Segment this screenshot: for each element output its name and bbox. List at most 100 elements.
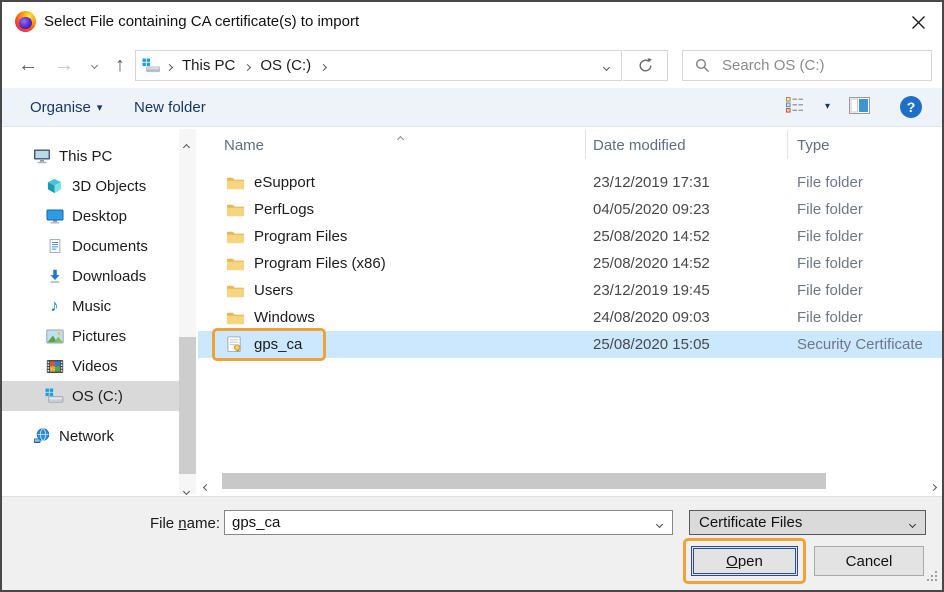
file-date: 25/08/2020 14:52 [585, 250, 787, 277]
file-name: PerfLogs [254, 201, 314, 218]
chevron-down-icon [183, 488, 190, 495]
forward-button[interactable]: → [50, 42, 78, 88]
chevron-down-icon [603, 64, 610, 71]
file-row-users[interactable]: Users 23/12/2019 19:45 File folder [198, 277, 942, 304]
column-header-type[interactable]: Type [787, 130, 942, 160]
scroll-up-button[interactable] [184, 137, 189, 154]
sidebar-item-music[interactable]: ♪ Music [2, 291, 179, 321]
caret-down-icon: ▾ [97, 101, 103, 114]
column-header-name[interactable]: Name [198, 130, 585, 160]
horizontal-scrollbar[interactable] [204, 472, 938, 490]
folder-icon [226, 283, 245, 299]
sidebar-item-documents[interactable]: Documents [2, 231, 179, 261]
resize-grip[interactable] [927, 569, 938, 586]
breadcrumb-this-pc[interactable]: This PC [178, 57, 239, 74]
chevron-down-icon [656, 521, 663, 528]
sidebar-item-videos[interactable]: Videos [2, 351, 179, 381]
file-type: File folder [787, 196, 942, 223]
music-note-icon: ♪ [45, 298, 64, 315]
command-toolbar: Organise ▾ New folder ▾ [2, 88, 942, 127]
sidebar-item-this-pc[interactable]: This PC [2, 141, 179, 171]
file-type: Security Certificate [787, 331, 942, 358]
sidebar-item-3d-objects[interactable]: 3D Objects [2, 171, 179, 201]
certificate-icon [226, 337, 245, 353]
file-name-dropdown-button[interactable] [657, 514, 662, 531]
open-button[interactable]: Open [691, 546, 798, 576]
folder-icon [226, 229, 245, 245]
column-divider[interactable] [585, 130, 586, 159]
file-row-windows[interactable]: Windows 24/08/2020 09:03 File folder [198, 304, 942, 331]
cancel-button[interactable]: Cancel [814, 546, 924, 576]
refresh-icon [637, 57, 654, 74]
views-dropdown-button[interactable]: ▾ [825, 101, 830, 112]
sidebar-scrollbar[interactable] [179, 129, 196, 494]
chevron-down-icon [910, 514, 915, 531]
sidebar-item-desktop[interactable]: Desktop [2, 201, 179, 231]
column-header-date-modified[interactable]: Date modified [585, 130, 787, 160]
network-icon [32, 428, 51, 445]
file-name-input[interactable] [225, 514, 657, 531]
help-button[interactable]: ? [900, 96, 922, 118]
up-button[interactable]: ↑ [106, 42, 134, 88]
file-name-label: File name: [130, 515, 220, 532]
document-icon [45, 238, 64, 255]
file-row-esupport[interactable]: eSupport 23/12/2019 17:31 File folder [198, 169, 942, 196]
preview-pane-button[interactable] [849, 97, 870, 118]
file-type-value: Certificate Files [699, 514, 802, 531]
folder-icon [226, 256, 245, 272]
organise-button[interactable]: Organise ▾ [30, 88, 102, 126]
help-icon: ? [907, 99, 916, 115]
file-date: 23/12/2019 19:45 [585, 277, 787, 304]
file-name: Windows [254, 309, 315, 326]
breadcrumb-os-c[interactable]: OS (C:) [256, 57, 315, 74]
sidebar-item-label: Network [59, 428, 114, 445]
organise-label: Organise [30, 99, 91, 116]
address-dropdown-button[interactable] [604, 57, 609, 74]
details-view-button[interactable] [786, 97, 804, 117]
refresh-button[interactable] [623, 50, 668, 81]
address-bar[interactable]: This PC OS (C:) [135, 50, 622, 81]
sidebar-item-label: Music [72, 298, 111, 315]
scroll-right-button[interactable] [931, 477, 936, 494]
navigation-bar: ← → ↑ This PC OS (C:) [2, 42, 942, 88]
close-button[interactable] [902, 6, 934, 38]
file-name-combo [224, 510, 673, 535]
back-button[interactable]: ← [14, 42, 42, 88]
folder-icon [226, 202, 245, 218]
sidebar-item-os-c[interactable]: OS (C:) [2, 381, 179, 411]
breadcrumb-separator[interactable] [167, 57, 172, 74]
caret-down-icon: ▾ [825, 101, 830, 112]
sidebar-item-downloads[interactable]: Downloads [2, 261, 179, 291]
file-type-dropdown[interactable]: Certificate Files [689, 510, 926, 535]
column-divider[interactable] [787, 130, 788, 159]
list-header: Name Date modified Type [198, 130, 942, 160]
new-folder-button[interactable]: New folder [134, 88, 206, 126]
sidebar-item-label: Documents [72, 238, 148, 255]
breadcrumb-separator[interactable] [321, 57, 326, 74]
this-pc-icon [32, 148, 51, 165]
recent-locations-button[interactable] [84, 42, 104, 88]
sidebar-item-pictures[interactable]: Pictures [2, 321, 179, 351]
desktop-icon [45, 208, 64, 225]
file-date: 25/08/2020 14:52 [585, 223, 787, 250]
search-input[interactable] [722, 57, 912, 74]
chevron-left-icon [203, 484, 210, 491]
file-row-program-files-x86[interactable]: Program Files (x86) 25/08/2020 14:52 Fil… [198, 250, 942, 277]
folder-icon [226, 175, 245, 191]
file-row-gps-ca[interactable]: gps_ca 25/08/2020 15:05 Security Certifi… [198, 331, 942, 358]
sidebar-scrollbar-thumb[interactable] [179, 337, 196, 474]
chevron-up-icon [183, 144, 190, 151]
forward-icon: → [54, 54, 74, 77]
horizontal-scrollbar-thumb[interactable] [222, 473, 826, 489]
scroll-left-button[interactable] [204, 477, 209, 494]
breadcrumb-separator[interactable] [245, 57, 250, 74]
navigation-sidebar: This PC 3D Objects Desktop Documents [2, 127, 198, 496]
file-date: 25/08/2020 15:05 [585, 331, 787, 358]
file-row-program-files[interactable]: Program Files 25/08/2020 14:52 File fold… [198, 223, 942, 250]
download-icon [45, 268, 64, 285]
chevron-right-icon [320, 64, 327, 71]
sidebar-item-label: OS (C:) [72, 388, 123, 405]
file-row-perflogs[interactable]: PerfLogs 04/05/2020 09:23 File folder [198, 196, 942, 223]
sidebar-item-network[interactable]: Network [2, 421, 179, 451]
file-date: 04/05/2020 09:23 [585, 196, 787, 223]
